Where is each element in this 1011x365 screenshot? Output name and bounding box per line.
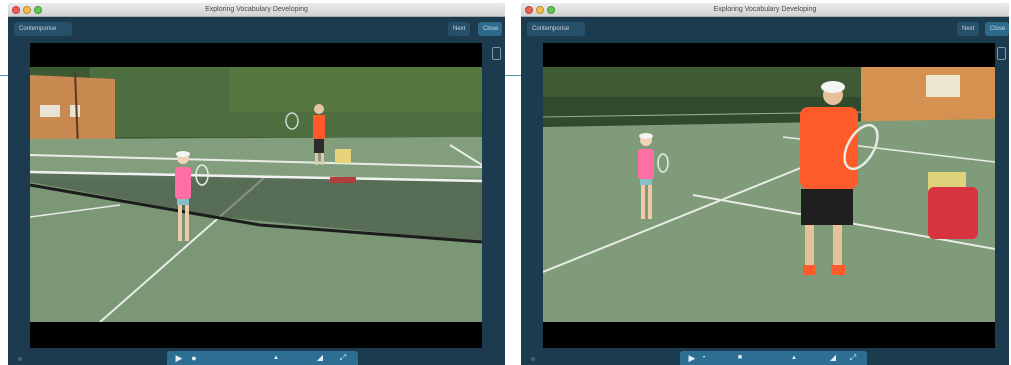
tennis-scene-right — [543, 67, 995, 322]
tennis-scene-left — [30, 67, 482, 322]
video-player[interactable] — [30, 43, 482, 348]
play-icon[interactable]: ▶ — [686, 351, 698, 365]
resize-handle[interactable] — [18, 357, 22, 361]
contemporise-button[interactable]: Contemporise — [527, 22, 585, 36]
page-icon[interactable] — [997, 47, 1006, 60]
contemporise-button[interactable]: Contemporise — [14, 22, 72, 36]
divider-line — [0, 75, 8, 76]
record-icon[interactable]: ● — [189, 351, 199, 365]
video-window-left: Exploring Vocabulary Developing Contempo… — [8, 3, 505, 365]
resize-handle[interactable] — [531, 357, 535, 361]
window-titlebar[interactable]: Exploring Vocabulary Developing — [521, 3, 1009, 17]
divider-line — [505, 75, 521, 76]
next-button[interactable]: Next — [448, 22, 470, 36]
fullscreen-icon[interactable]: ⤢ — [337, 351, 349, 365]
chevron-up-icon[interactable]: ▲ — [789, 351, 799, 365]
video-player[interactable] — [543, 43, 995, 348]
stop-icon[interactable]: ■ — [735, 351, 745, 365]
close-button[interactable]: Close — [478, 22, 502, 36]
playback-controls: ▶ ● ▲ ◢ ⤢ — [167, 351, 358, 365]
page-icon[interactable] — [492, 47, 501, 60]
volume-icon[interactable]: ◢ — [826, 351, 840, 365]
next-button[interactable]: Next — [957, 22, 979, 36]
toolbar: Contemporise Next Close — [8, 17, 505, 41]
toolbar: Contemporise Next Close — [521, 17, 1009, 41]
video-frame-tennis-lesson — [30, 67, 482, 322]
dot-icon: • — [702, 355, 706, 361]
video-frame-tennis-lesson — [543, 67, 995, 322]
play-icon[interactable]: ▶ — [173, 351, 185, 365]
window-title: Exploring Vocabulary Developing — [205, 6, 308, 13]
window-title: Exploring Vocabulary Developing — [713, 6, 817, 13]
volume-icon[interactable]: ◢ — [313, 351, 327, 365]
fullscreen-icon[interactable]: ⤢ — [847, 351, 859, 365]
close-button[interactable]: Close — [985, 22, 1009, 36]
window-titlebar[interactable]: Exploring Vocabulary Developing — [8, 3, 505, 17]
chevron-up-icon[interactable]: ▲ — [271, 351, 281, 365]
playback-controls: ▶ • ■ ▲ ◢ ⤢ — [680, 351, 867, 365]
video-window-right: Exploring Vocabulary Developing Contempo… — [521, 3, 1009, 365]
